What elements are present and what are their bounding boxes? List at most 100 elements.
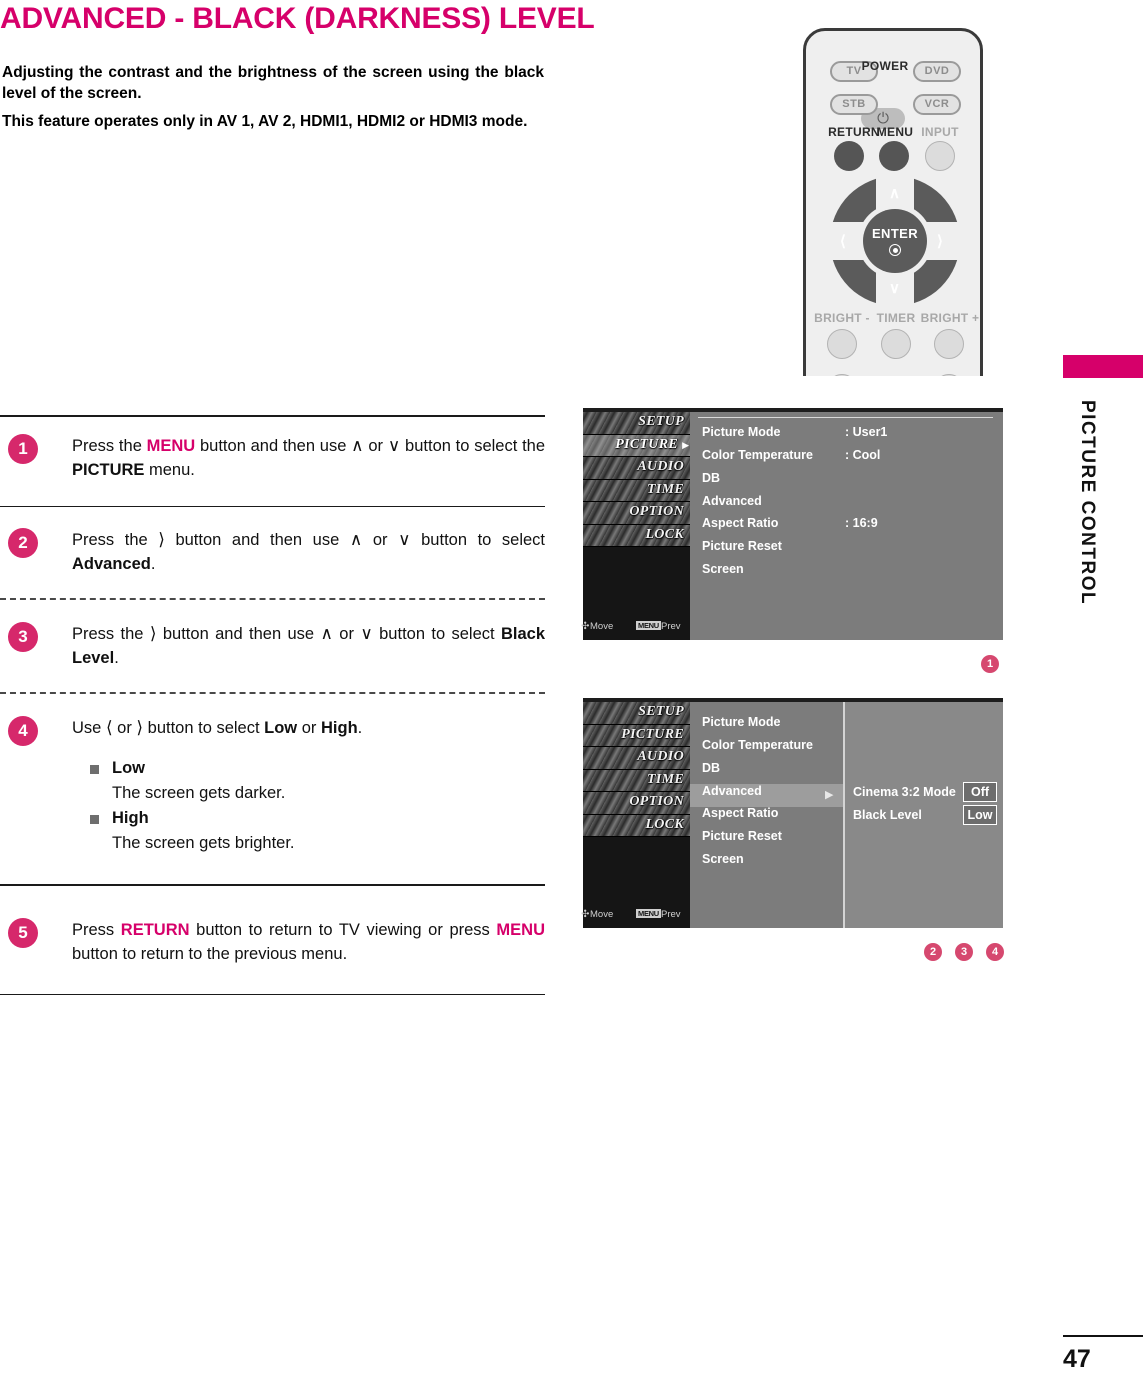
osd-2-item-color-temperature[interactable]: Color Temperature: [702, 738, 813, 752]
remote-menu-button[interactable]: [879, 141, 909, 171]
remote-extra-button-left[interactable]: [827, 374, 857, 376]
footer-rule: [1063, 1335, 1143, 1337]
remote-extra-button-right[interactable]: [934, 374, 964, 376]
chevron-right-icon: ⟩: [136, 718, 144, 738]
osd-1-item-advanced[interactable]: Advanced: [702, 494, 762, 508]
osd-2-move-hint: ✣ Move: [581, 909, 614, 920]
osd-2-column-separator: [843, 702, 845, 928]
osd-1-value-color-temperature: : Cool: [845, 448, 881, 462]
remote-dvd-button[interactable]: DVD: [913, 61, 961, 82]
chevron-right-icon: ▶: [825, 789, 834, 801]
osd-category-time-label: TIME: [647, 481, 684, 497]
osd-2-step-marker-4: 4: [986, 943, 1004, 961]
dpad-move-icon: ✣: [581, 621, 590, 632]
osd-2-step-marker-3: 3: [955, 943, 973, 961]
remote-enter-button[interactable]: ENTER: [863, 209, 927, 273]
osd-2-item-advanced[interactable]: Advanced: [702, 784, 762, 798]
osd-2-item-picture-mode[interactable]: Picture Mode: [702, 715, 781, 729]
chevron-down-icon: ∨: [398, 530, 411, 550]
remote-return-button[interactable]: [834, 141, 864, 171]
osd-1-item-screen[interactable]: Screen: [702, 562, 744, 576]
osd-2-sub-blacklevel-label[interactable]: Black Level: [853, 808, 922, 822]
bullet-low: Low: [90, 756, 545, 781]
osd-category-setup[interactable]: SETUP: [583, 702, 690, 725]
osd-1-item-aspect-ratio[interactable]: Aspect Ratio: [702, 516, 778, 530]
remote-body: TV POWER DVD ⏻ STB VCR RETURN MENU INPUT…: [803, 28, 983, 376]
remote-stb-button[interactable]: STB: [830, 94, 878, 115]
chevron-down-icon[interactable]: ∨: [889, 279, 900, 297]
step-4-text: Use ⟨ or ⟩ button to select Low or High.: [72, 718, 363, 738]
step-3: 3 Press the ⟩ button and then use ∧ or ∨…: [0, 600, 545, 692]
step-5-text: Press RETURN button to return to TV view…: [72, 920, 545, 963]
osd-1-category-sidebar: SETUP PICTURE ▶ AUDIO TIME OPTION LOCK ✣…: [581, 412, 690, 640]
step-4-option-low: Low: [264, 719, 298, 738]
chevron-left-icon[interactable]: ⟨: [840, 232, 846, 250]
chevron-right-icon: ⟩: [149, 624, 157, 644]
osd-category-picture[interactable]: PICTURE ▶: [583, 434, 690, 457]
osd-2-category-lock-label: LOCK: [645, 816, 684, 832]
bullet-high-label: High: [112, 809, 149, 828]
osd-2-category-time-label: TIME: [647, 771, 684, 787]
osd-category-time[interactable]: TIME: [583, 479, 690, 502]
chevron-down-icon: ∨: [387, 435, 401, 455]
osd-1-move-label: Move: [590, 621, 614, 632]
osd-category-audio[interactable]: AUDIO: [583, 747, 690, 770]
osd-1-item-picture-mode[interactable]: Picture Mode: [702, 425, 781, 439]
remote-input-button[interactable]: [925, 141, 955, 171]
remote-dpad[interactable]: ENTER ∧ ∨ ⟨ ⟩: [830, 176, 960, 306]
intro-line-2: This feature operates only in AV 1, AV 2…: [2, 113, 528, 130]
osd-2-item-picture-reset[interactable]: Picture Reset: [702, 829, 782, 843]
osd-category-time[interactable]: TIME: [583, 769, 690, 792]
osd-1-item-color-temperature[interactable]: Color Temperature: [702, 448, 813, 462]
osd-category-option[interactable]: OPTION: [583, 792, 690, 815]
dpad-move-icon: ✣: [581, 909, 590, 920]
chevron-up-icon[interactable]: ∧: [889, 184, 900, 202]
remote-bright-plus-button[interactable]: [934, 329, 964, 359]
step-5-key-menu: MENU: [496, 920, 545, 939]
step-4: 4 Use ⟨ or ⟩ button to select Low or Hig…: [0, 694, 545, 878]
chevron-right-icon[interactable]: ⟩: [937, 232, 943, 250]
osd-2-sub-cinema-value[interactable]: Off: [963, 782, 997, 802]
bullet-low-label: Low: [112, 759, 145, 778]
osd-1-item-picture-reset[interactable]: Picture Reset: [702, 539, 782, 553]
osd-category-lock-label: LOCK: [645, 526, 684, 542]
osd-2-menu-key-badge: MENU: [636, 909, 661, 918]
osd-2-footer-hints: ✣ Move MENU Prev: [581, 906, 690, 924]
step-2-number: 2: [8, 528, 38, 559]
osd-category-option-label: OPTION: [629, 504, 684, 519]
osd-2-sub-blacklevel-value[interactable]: Low: [963, 805, 997, 825]
square-bullet-icon: [90, 815, 99, 825]
osd-2-move-label: Move: [590, 909, 614, 920]
step-2-text: Press the ⟩ button and then use ∧ or ∨ b…: [72, 530, 545, 574]
osd-category-setup[interactable]: SETUP: [583, 412, 690, 435]
osd-category-lock[interactable]: LOCK: [583, 524, 690, 547]
osd-1-move-hint: ✣ Move: [581, 621, 614, 632]
remote-bright-minus-button[interactable]: [827, 329, 857, 359]
chevron-right-icon: ▶: [682, 439, 689, 450]
chevron-right-icon: ⟩: [158, 530, 165, 550]
osd-category-picture-label: PICTURE: [615, 436, 678, 452]
step-1-menu-name: PICTURE: [72, 460, 145, 479]
step-5-key-return: RETURN: [120, 920, 190, 939]
osd-2-item-screen[interactable]: Screen: [702, 852, 744, 866]
osd-category-option[interactable]: OPTION: [583, 502, 690, 525]
osd-2-item-db[interactable]: DB: [702, 761, 720, 775]
osd-1-menu-key-badge: MENU: [636, 621, 661, 630]
step-1-number: 1: [8, 433, 38, 464]
osd-category-lock[interactable]: LOCK: [583, 814, 690, 837]
osd-1-item-db[interactable]: DB: [702, 471, 720, 485]
osd-2-prev-label: Prev: [661, 909, 681, 920]
osd-2-sub-cinema-label[interactable]: Cinema 3:2 Mode: [853, 785, 956, 799]
remote-vcr-button[interactable]: VCR: [913, 94, 961, 115]
osd-2-item-aspect-ratio[interactable]: Aspect Ratio: [702, 806, 778, 820]
osd-2-category-audio-label: AUDIO: [637, 749, 684, 764]
bullet-high: High: [90, 806, 545, 831]
remote-timer-button[interactable]: [881, 329, 911, 359]
osd-2-step-marker-2: 2: [924, 943, 942, 961]
osd-category-audio[interactable]: AUDIO: [583, 457, 690, 480]
osd-1-value-aspect-ratio: : 16:9: [845, 516, 878, 530]
osd-screenshot-picture-menu: SETUP PICTURE ▶ AUDIO TIME OPTION LOCK ✣…: [581, 408, 1003, 640]
osd-category-picture[interactable]: PICTURE: [583, 724, 690, 747]
step-1-key-menu: MENU: [146, 436, 196, 455]
step-1-text: Press the MENU button and then use ∧ or …: [72, 435, 546, 479]
